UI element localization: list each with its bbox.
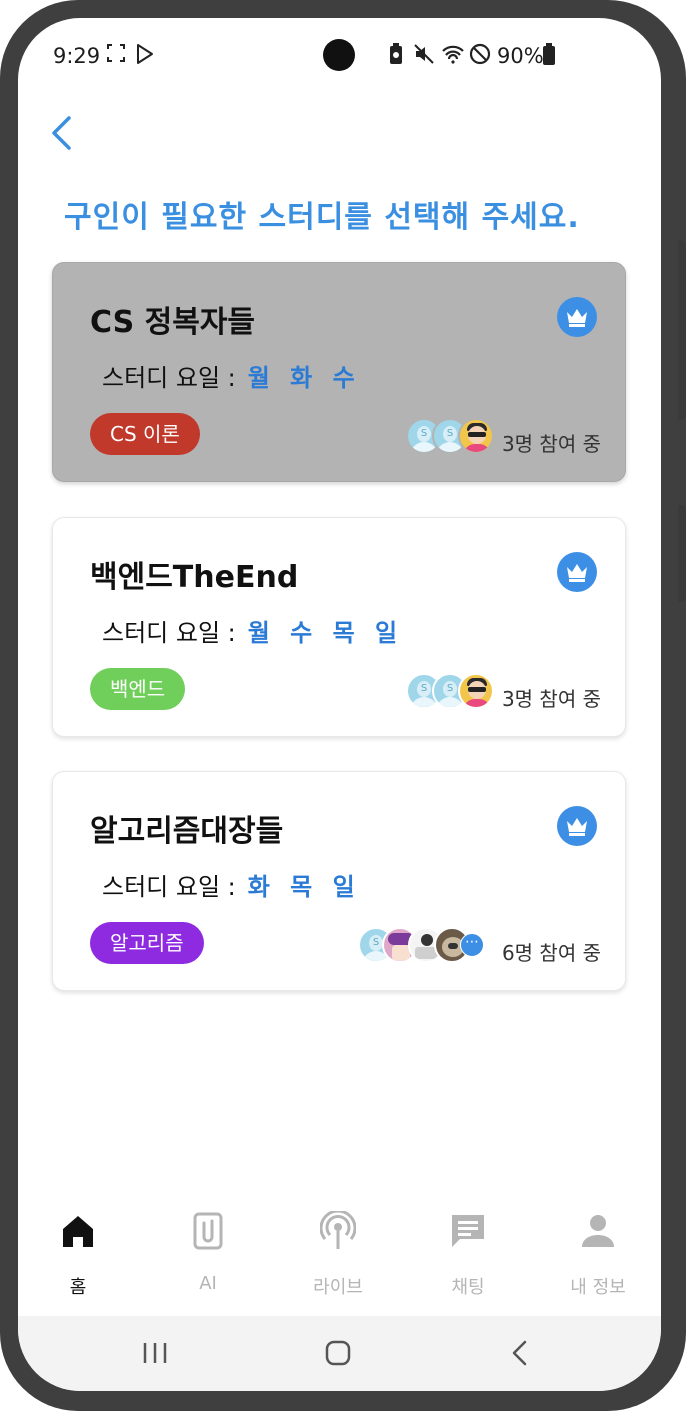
study-days-row: 스터디 요일 : 화 목 일 bbox=[102, 867, 361, 902]
study-days: 월 화 수 bbox=[247, 364, 361, 392]
chevron-left-icon bbox=[52, 116, 71, 150]
crown-icon bbox=[557, 552, 597, 592]
crown-icon bbox=[557, 297, 597, 337]
screen: 9:29 90% 구인이 필요한 스터디를 선택해 주세요. CS 정복자들 스… bbox=[18, 18, 661, 1391]
chat-icon bbox=[452, 1215, 484, 1247]
more-participants-icon: ⋯ bbox=[460, 933, 484, 957]
home-circle-icon bbox=[325, 1340, 351, 1366]
nav-label: 채팅 bbox=[451, 1277, 485, 1298]
screenshot-icon bbox=[106, 43, 126, 67]
do-not-disturb-icon bbox=[469, 43, 491, 69]
power-button bbox=[678, 505, 686, 602]
study-days: 화 목 일 bbox=[247, 873, 361, 901]
system-nav-bar bbox=[18, 1316, 661, 1391]
nav-home[interactable]: 홈 bbox=[18, 1203, 138, 1303]
study-days-label: 스터디 요일 : bbox=[102, 873, 236, 901]
home-icon bbox=[63, 1216, 93, 1247]
wifi-icon bbox=[441, 43, 465, 69]
study-days-row: 스터디 요일 : 월 화 수 bbox=[102, 358, 361, 393]
avatar bbox=[458, 418, 494, 454]
study-days-label: 스터디 요일 : bbox=[102, 364, 236, 392]
crown-icon bbox=[557, 806, 597, 846]
nav-ai[interactable]: AI bbox=[148, 1203, 268, 1303]
avatar bbox=[458, 673, 494, 709]
participant-count: 6명 참여 중 bbox=[501, 941, 601, 965]
document-icon bbox=[193, 1212, 223, 1250]
study-days-label: 스터디 요일 : bbox=[102, 619, 236, 647]
study-name: CS 정복자들 bbox=[90, 305, 256, 340]
bottom-nav: 홈 AI 라이브 채팅 내 정보 bbox=[18, 1203, 661, 1313]
nav-label: 홈 bbox=[69, 1277, 87, 1298]
participant-avatars: S ⋯ bbox=[358, 927, 488, 963]
participant-count: 3명 참여 중 bbox=[501, 687, 601, 711]
status-bar: 9:29 90% bbox=[18, 18, 661, 94]
nav-live[interactable]: 라이브 bbox=[278, 1203, 398, 1303]
front-camera bbox=[323, 39, 355, 71]
study-card-backend[interactable]: 백엔드TheEnd 스터디 요일 : 월 수 목 일 백엔드 S S 3명 참여 … bbox=[52, 517, 626, 737]
study-card-algorithm[interactable]: 알고리즘대장들 스터디 요일 : 화 목 일 알고리즘 S ⋯ 6명 참여 중 bbox=[52, 771, 626, 991]
nav-profile[interactable]: 내 정보 bbox=[538, 1203, 658, 1303]
study-card-cs[interactable]: CS 정복자들 스터디 요일 : 월 화 수 CS 이론 S S 3명 참여 중 bbox=[52, 262, 626, 482]
nav-label: AI bbox=[199, 1273, 217, 1294]
recent-apps-icon bbox=[143, 1343, 167, 1363]
play-store-icon bbox=[135, 43, 155, 69]
status-time: 9:29 bbox=[53, 44, 101, 68]
page-title: 구인이 필요한 스터디를 선택해 주세요. bbox=[64, 200, 580, 235]
study-days: 월 수 목 일 bbox=[247, 619, 404, 647]
live-icon bbox=[320, 1211, 356, 1249]
system-back-button[interactable] bbox=[508, 1338, 532, 1368]
participant-avatars: S S bbox=[406, 673, 496, 709]
back-arrow-icon bbox=[512, 1340, 527, 1366]
study-name: 알고리즘대장들 bbox=[90, 814, 284, 849]
participant-avatars: S S bbox=[406, 418, 496, 454]
category-tag: CS 이론 bbox=[90, 413, 200, 455]
volume-button bbox=[678, 240, 686, 420]
home-button[interactable] bbox=[324, 1338, 352, 1368]
battery-icon bbox=[543, 43, 555, 69]
study-name: 백엔드TheEnd bbox=[90, 560, 299, 595]
category-tag: 알고리즘 bbox=[90, 922, 204, 964]
participant-count: 3명 참여 중 bbox=[501, 432, 601, 456]
nav-chat[interactable]: 채팅 bbox=[408, 1203, 528, 1303]
back-button[interactable] bbox=[43, 110, 83, 156]
battery-saver-icon bbox=[389, 43, 403, 69]
recent-apps-button[interactable] bbox=[142, 1338, 168, 1368]
nav-label: 라이브 bbox=[313, 1277, 363, 1298]
profile-icon bbox=[582, 1215, 614, 1247]
nav-label: 내 정보 bbox=[570, 1277, 626, 1298]
category-tag: 백엔드 bbox=[90, 668, 186, 710]
battery-percent: 90% bbox=[497, 44, 544, 68]
study-days-row: 스터디 요일 : 월 수 목 일 bbox=[102, 613, 403, 648]
mute-icon bbox=[413, 43, 435, 69]
